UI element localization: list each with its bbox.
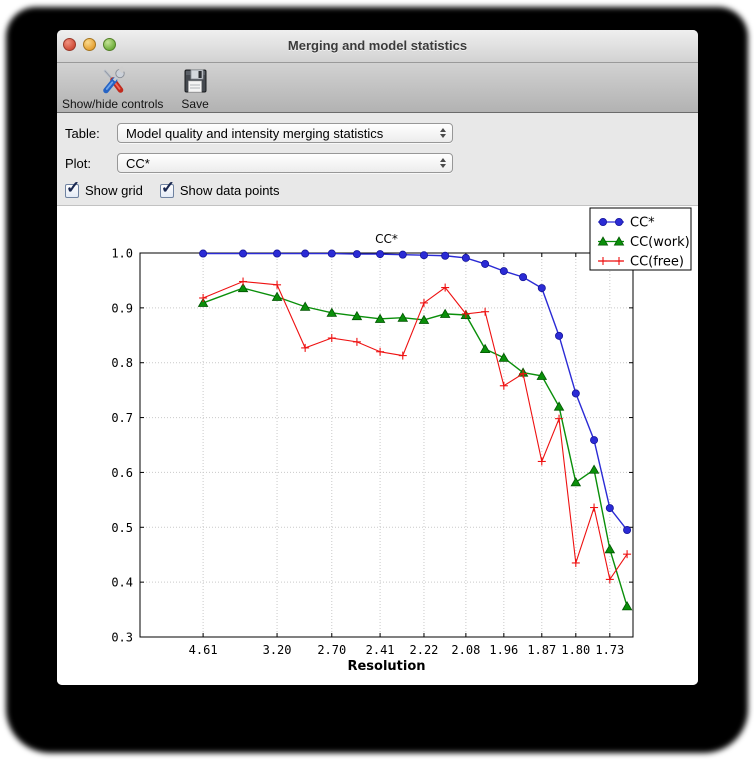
show-grid-checkbox[interactable]: ✓ Show grid	[65, 178, 143, 198]
check-icon: ✓	[160, 177, 176, 197]
close-button[interactable]	[63, 38, 76, 51]
svg-text:0.6: 0.6	[111, 466, 133, 480]
chart-canvas: 1.0 0.9 0.8 0.7 0.6 0.5 0.4 0.3 4.61 3.20 2.70 2.41…	[111, 207, 692, 674]
checkbox-label: Show data points	[179, 183, 280, 198]
toolbar: Show/hide controls Save	[57, 63, 698, 113]
checkbox-box: ✓	[65, 178, 80, 198]
tools-icon	[98, 66, 128, 97]
check-icon: ✓	[66, 177, 81, 197]
minimize-button[interactable]	[83, 38, 96, 51]
controls-panel: Table: Model quality and intensity mergi…	[57, 113, 698, 206]
stepper-arrows-icon	[438, 158, 448, 168]
svg-text:CC*: CC*	[630, 216, 655, 231]
svg-text:0.8: 0.8	[111, 356, 133, 370]
svg-text:0.7: 0.7	[111, 411, 133, 425]
zoom-button[interactable]	[103, 38, 116, 51]
svg-text:1.73: 1.73	[595, 643, 624, 657]
svg-text:Resolution: Resolution	[347, 659, 425, 674]
save-icon	[182, 66, 208, 97]
svg-text:CC(free): CC(free)	[630, 255, 684, 270]
toolbar-item-label: Show/hide controls	[62, 97, 164, 111]
table-select[interactable]: Model quality and intensity merging stat…	[117, 123, 453, 143]
plot-select-value: CC*	[126, 155, 150, 171]
app-window: Merging and model statistics Show/hide c…	[57, 30, 698, 685]
save-button[interactable]: Save	[178, 66, 211, 111]
svg-text:2.08: 2.08	[451, 643, 480, 657]
checkbox-box: ✓	[159, 178, 175, 198]
stepper-arrows-icon	[438, 128, 448, 138]
svg-text:0.9: 0.9	[111, 301, 133, 315]
table-label: Table:	[65, 125, 100, 141]
svg-text:0.5: 0.5	[111, 521, 133, 535]
plot-select[interactable]: CC*	[117, 153, 453, 173]
svg-text:1.87: 1.87	[527, 643, 556, 657]
svg-text:1.96: 1.96	[489, 643, 518, 657]
svg-text:1.80: 1.80	[561, 643, 590, 657]
show-data-points-checkbox[interactable]: ✓ Show data points	[159, 178, 280, 198]
svg-text:CC(work): CC(work)	[630, 235, 690, 250]
svg-text:3.20: 3.20	[263, 643, 292, 657]
svg-text:CC*: CC*	[375, 232, 398, 246]
toolbar-item-label: Save	[181, 97, 209, 111]
svg-text:2.41: 2.41	[366, 643, 395, 657]
svg-text:0.4: 0.4	[111, 576, 133, 590]
svg-text:2.70: 2.70	[317, 643, 346, 657]
plot-label: Plot:	[65, 155, 92, 171]
svg-text:0.3: 0.3	[111, 631, 133, 645]
svg-text:1.0: 1.0	[111, 247, 133, 261]
checkbox-label: Show grid	[85, 183, 143, 198]
table-select-value: Model quality and intensity merging stat…	[126, 125, 384, 141]
plot-panel: 1.0 0.9 0.8 0.7 0.6 0.5 0.4 0.3 4.61 3.20 2.70 2.41…	[57, 206, 698, 685]
show-hide-controls-button[interactable]: Show/hide controls	[59, 66, 166, 111]
traffic-lights	[63, 38, 116, 51]
window-title: Merging and model statistics	[287, 38, 468, 53]
svg-text:4.61: 4.61	[189, 643, 218, 657]
svg-text:2.22: 2.22	[410, 643, 439, 657]
titlebar: Merging and model statistics	[57, 30, 698, 63]
